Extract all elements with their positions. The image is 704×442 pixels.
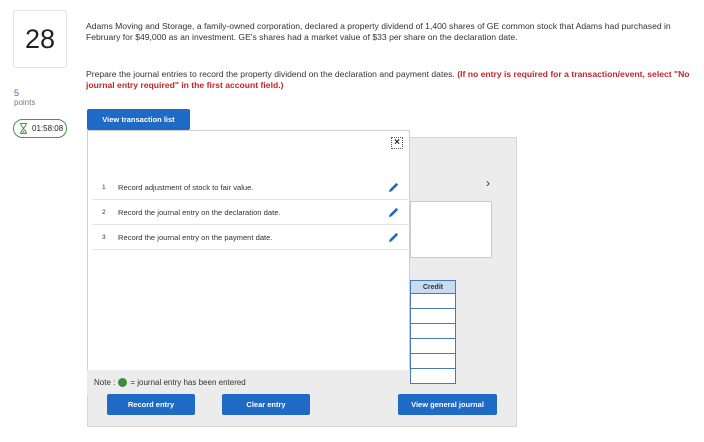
pencil-icon[interactable] (387, 181, 400, 194)
credit-column-header: Credit (410, 280, 456, 294)
record-entry-button[interactable]: Record entry (107, 394, 195, 415)
note-prefix: Note : (94, 378, 116, 387)
question-text: Adams Moving and Storage, a family-owned… (86, 21, 671, 42)
note-text: = journal entry has been entered (130, 378, 246, 387)
timer: 01:58:08 (13, 119, 67, 138)
points-label: points (14, 98, 36, 107)
transaction-list-modal (87, 130, 410, 395)
pencil-icon[interactable] (387, 206, 400, 219)
list-item[interactable]: 2 Record the journal entry on the declar… (92, 200, 410, 225)
task-number: 3 (102, 233, 106, 241)
task-number: 2 (102, 208, 106, 216)
hourglass-icon (19, 123, 28, 134)
view-general-journal-button[interactable]: View general journal (398, 394, 497, 415)
view-transaction-list-button[interactable]: View transaction list (87, 109, 190, 130)
close-icon[interactable]: × (391, 137, 403, 149)
worksheet-panel (410, 201, 492, 258)
transaction-list: 1 Record adjustment of stock to fair val… (92, 175, 410, 250)
task-number: 1 (102, 183, 106, 191)
credit-input[interactable] (410, 309, 456, 324)
credit-input[interactable] (410, 324, 456, 339)
instruction: Prepare the journal entries to record th… (86, 69, 691, 90)
list-item[interactable]: 3 Record the journal entry on the paymen… (92, 225, 410, 250)
credit-input[interactable] (410, 369, 456, 384)
note-bar: Note : = journal entry has been entered (87, 370, 410, 395)
question-number: 28 (24, 23, 56, 54)
timer-value: 01:58:08 (32, 124, 64, 133)
task-label: Record the journal entry on the declarat… (118, 207, 281, 217)
credit-input[interactable] (410, 354, 456, 369)
instruction-text: Prepare the journal entries to record th… (86, 69, 455, 79)
credit-input[interactable] (410, 339, 456, 354)
pencil-icon[interactable] (387, 231, 400, 244)
points-value: 5 (14, 88, 20, 98)
question-number-box: 28 (13, 10, 67, 68)
entered-indicator-icon (118, 378, 128, 387)
chevron-right-icon[interactable]: › (486, 176, 490, 190)
task-label: Record the journal entry on the payment … (118, 232, 273, 242)
task-label: Record adjustment of stock to fair value… (118, 182, 254, 192)
question-page: 28 5 points 01:58:08 Adams Moving and St… (0, 0, 704, 442)
list-item[interactable]: 1 Record adjustment of stock to fair val… (92, 175, 410, 200)
clear-entry-button[interactable]: Clear entry (222, 394, 310, 415)
credit-input[interactable] (410, 294, 456, 309)
